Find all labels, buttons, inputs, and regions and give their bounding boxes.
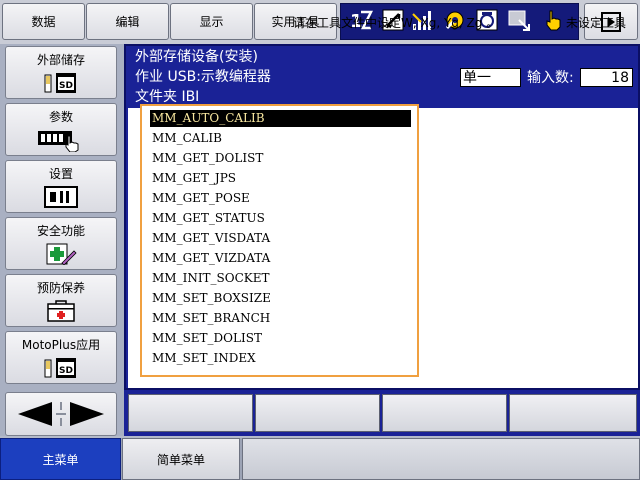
parameter-hand-icon [36, 128, 86, 152]
list-item[interactable]: MM_SET_DOLIST [150, 330, 411, 347]
menu-display-button[interactable]: 显示 [170, 3, 253, 40]
function-key-4[interactable] [509, 394, 637, 432]
safety-cross-icon [44, 242, 78, 266]
status-message: 请在工具文件中设定W, Xg, Yg, Zg 。 [293, 16, 499, 30]
input-count-field: 18 [580, 68, 633, 87]
list-item[interactable]: MM_CALIB [150, 130, 411, 147]
mode-select[interactable]: 单一 [460, 68, 521, 87]
main-menu-label: 主菜单 [42, 452, 79, 467]
list-item[interactable]: MM_SET_BOXSIZE [150, 290, 411, 307]
list-item[interactable]: MM_SET_INDEX [150, 350, 411, 367]
sidebar-item-preventive-maintenance[interactable]: 预防保养 [5, 274, 117, 327]
list-item[interactable]: MM_AUTO_CALIB [150, 110, 411, 127]
input-count-value: 18 [611, 69, 629, 86]
simple-menu-button[interactable]: 简单菜单 [122, 438, 240, 480]
first-aid-icon [46, 299, 76, 323]
monitor-arrow-icon[interactable] [506, 7, 532, 33]
arrow-right-icon [70, 402, 104, 426]
sidebar-item-setting[interactable]: 设置 [5, 160, 117, 213]
svg-text:SD: SD [59, 81, 73, 91]
list-item[interactable]: MM_GET_VIZDATA [150, 250, 411, 267]
sidebar-item-label: 参数 [48, 110, 73, 124]
function-key-3[interactable] [382, 394, 507, 432]
list-item[interactable]: MM_GET_POSE [150, 190, 411, 207]
input-count-label: 输入数: [527, 70, 574, 86]
file-list: MM_AUTO_CALIB MM_CALIB MM_GET_DOLIST MM_… [140, 104, 419, 377]
menu-display-label: 显示 [199, 15, 224, 29]
menu-edit-button[interactable]: 编辑 [86, 3, 169, 40]
sidebar-item-safety-function[interactable]: 安全功能 [5, 217, 117, 270]
list-item[interactable]: MM_GET_STATUS [150, 210, 411, 227]
sidebar-item-external-storage[interactable]: 外部储存 SD [5, 46, 117, 99]
mode-value: 单一 [463, 69, 491, 86]
list-item[interactable]: MM_INIT_SOCKET [150, 270, 411, 287]
job-device-line: 作业 USB:示教编程器 [135, 69, 271, 85]
simple-menu-label: 简单菜单 [156, 452, 205, 467]
sd-card-icon: SD [44, 71, 78, 95]
menu-edit-label: 编辑 [115, 15, 140, 29]
status-right-message: 未设定工具 [566, 16, 627, 30]
hand-pointer-icon[interactable] [540, 7, 566, 33]
sidebar-item-motoplus-app[interactable]: MotoPlus应用 SD [5, 331, 117, 384]
sidebar-item-label: 设置 [48, 167, 73, 181]
sidebar-item-label: 外部储存 [36, 53, 85, 67]
function-key-1[interactable] [128, 394, 253, 432]
main-menu-button[interactable]: 主菜单 [0, 438, 121, 480]
settings-panel-icon [44, 185, 78, 209]
sidebar-prev-button[interactable] [12, 398, 56, 430]
sidebar-item-parameter[interactable]: 参数 [5, 103, 117, 156]
list-item[interactable]: MM_GET_VISDATA [150, 230, 411, 247]
sidebar-item-label: MotoPlus应用 [21, 338, 101, 352]
sidebar-item-label: 预防保养 [36, 281, 85, 295]
list-item[interactable]: MM_GET_DOLIST [150, 150, 411, 167]
function-key-2[interactable] [255, 394, 380, 432]
svg-text:SD: SD [59, 366, 73, 376]
arrow-left-icon [18, 402, 52, 426]
nav-divider-icon [56, 402, 66, 426]
status-message-area [242, 438, 640, 480]
sidebar-next-button[interactable] [66, 398, 110, 430]
sidebar-item-label: 安全功能 [36, 224, 85, 238]
list-item[interactable]: MM_GET_JPS [150, 170, 411, 187]
menu-data-button[interactable]: 数据 [2, 3, 85, 40]
page-title: 外部存储设备(安装) [135, 49, 258, 65]
menu-data-label: 数据 [31, 15, 56, 29]
list-item[interactable]: MM_SET_BRANCH [150, 310, 411, 327]
sd-card-icon: SD [44, 356, 78, 380]
